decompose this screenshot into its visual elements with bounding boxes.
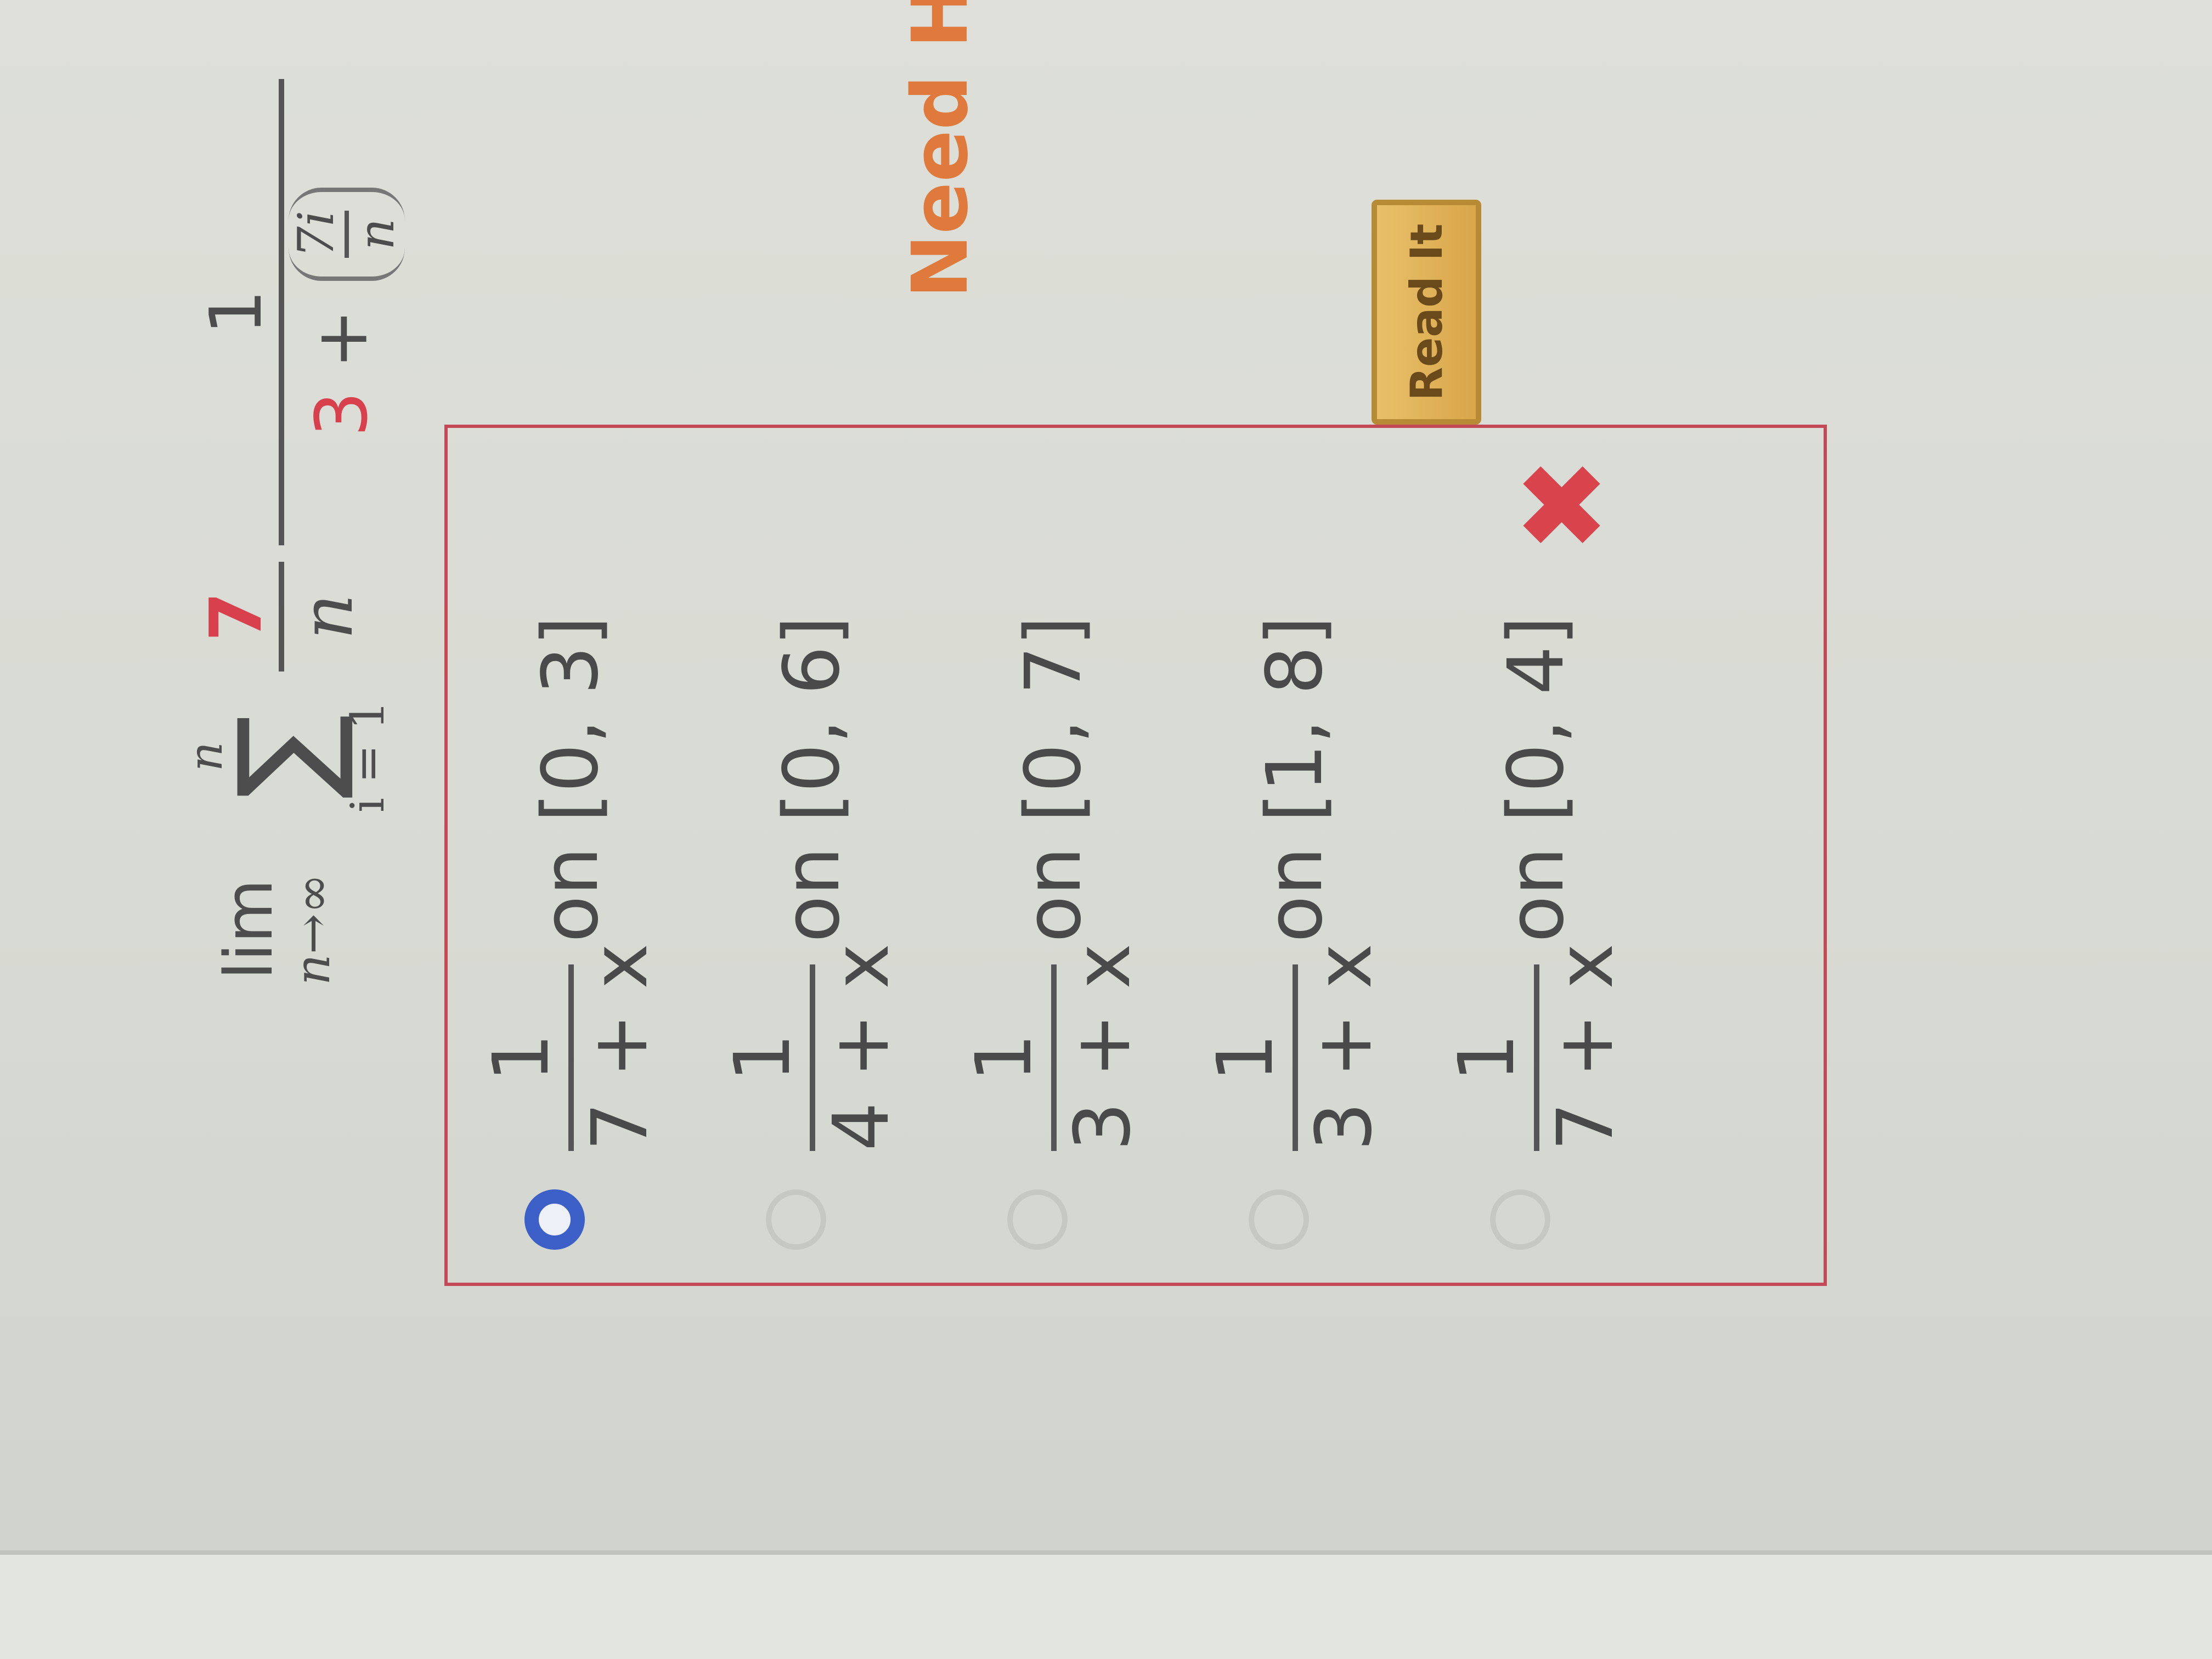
choice-fraction: 1 7 + x <box>1442 943 1630 1151</box>
limit-operator: lim n→∞ <box>211 858 341 1001</box>
choice-fraction: 1 3 + x <box>1201 943 1389 1151</box>
coefficient-denominator: n <box>285 594 369 640</box>
choice-fraction: 1 3 + x <box>960 943 1148 1151</box>
fraction-bar <box>568 964 574 1151</box>
page-margin <box>0 1555 2212 1659</box>
fraction-bar <box>1293 964 1298 1151</box>
choice-numerator: 1 <box>718 1033 808 1082</box>
read-it-button[interactable]: Read It <box>1372 200 1481 425</box>
choice-denominator: 3 + x <box>1300 943 1389 1151</box>
radio-button[interactable] <box>1007 1189 1068 1250</box>
choice-numerator: 1 <box>477 1033 566 1082</box>
inner-fraction: 7i n <box>287 187 405 281</box>
choice-denominator: 3 + x <box>1058 943 1148 1151</box>
choice-fraction: 1 7 + x <box>477 943 665 1151</box>
answer-choice-2[interactable]: 1 4 + x on [0, 6] <box>689 427 919 1283</box>
radio-button[interactable] <box>766 1189 826 1250</box>
sum-lower-limit: i = 1 <box>341 700 394 813</box>
radio-button[interactable] <box>1490 1189 1550 1250</box>
fraction-bar <box>1051 964 1057 1151</box>
fraction-bar <box>279 79 284 545</box>
choice-numerator: 1 <box>960 1033 1049 1082</box>
choice-interval: on [0, 7] <box>1009 616 1098 943</box>
radio-button-selected[interactable] <box>524 1189 585 1250</box>
term-fraction: 1 3 + 7i n <box>194 79 405 545</box>
incorrect-x-icon: ✖ <box>1497 456 1631 553</box>
coefficient-numerator: 7 <box>194 591 278 642</box>
choice-interval: on [0, 4] <box>1492 616 1581 943</box>
choice-numerator: 1 <box>1201 1033 1290 1082</box>
term-denominator: 3 + 7i n <box>287 79 405 545</box>
answer-choice-3[interactable]: 1 3 + x on [0, 7] <box>930 427 1161 1283</box>
radio-button[interactable] <box>1249 1189 1309 1250</box>
answer-choices-box: 1 7 + x on [0, 3] 1 4 + x on [0, 6] 1 3 … <box>444 425 1827 1286</box>
choice-denominator: 7 + x <box>1541 943 1630 1151</box>
choice-denominator: 7 + x <box>575 943 665 1151</box>
choice-interval: on [1, 8] <box>1250 616 1340 943</box>
answer-choice-5[interactable]: 1 7 + x on [0, 4] <box>1413 427 1644 1283</box>
term-numerator: 1 <box>194 289 278 335</box>
coefficient-fraction: 7 n <box>194 562 369 672</box>
page: lim n→∞ n ∑ i = 1 7 n 1 3 + 7i n 1 7 + x… <box>0 0 2212 1659</box>
page-divider <box>0 1550 2212 1555</box>
limit-expression: lim n→∞ n ∑ i = 1 7 n 1 3 + 7i n <box>179 68 405 1001</box>
answer-choice-4[interactable]: 1 3 + x on [1, 8] <box>1172 427 1402 1283</box>
sigma-symbol: ∑ <box>212 714 358 799</box>
term-constant: 3 <box>300 391 383 437</box>
choice-denominator: 4 + x <box>817 943 906 1151</box>
need-help-label: Need Help? <box>896 0 985 298</box>
lim-word: lim <box>211 879 287 980</box>
plus-sign: + <box>300 309 383 369</box>
summation: n ∑ i = 1 <box>179 688 395 825</box>
answer-choice-1[interactable]: 1 7 + x on [0, 3] <box>448 427 678 1283</box>
fraction-bar <box>279 562 284 672</box>
choice-interval: on [0, 3] <box>526 616 616 943</box>
inner-numerator: 7i <box>287 210 345 258</box>
inner-denominator: n <box>348 218 405 250</box>
fraction-bar <box>1534 964 1539 1151</box>
choice-numerator: 1 <box>1442 1033 1532 1082</box>
lim-subscript: n→∞ <box>284 873 341 985</box>
choice-interval: on [0, 6] <box>768 616 857 943</box>
fraction-bar <box>810 964 815 1151</box>
choice-fraction: 1 4 + x <box>718 943 906 1151</box>
